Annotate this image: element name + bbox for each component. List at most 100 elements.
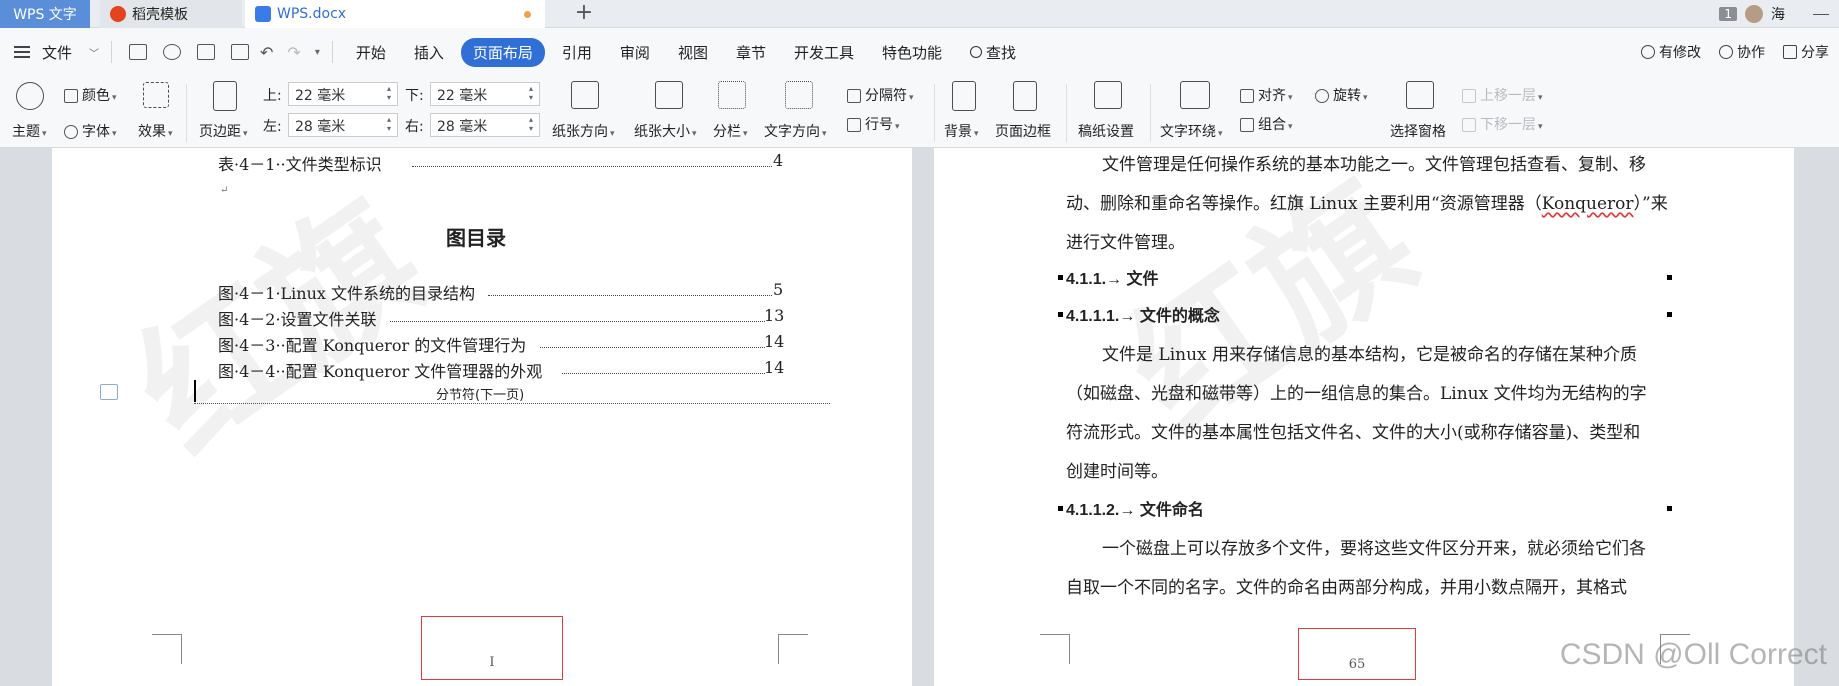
bullet-icon xyxy=(1667,312,1672,317)
tab-view[interactable]: 视图 xyxy=(667,38,719,67)
toc-figure-entry[interactable]: 图·4－3··配置 Konqueror 的文件管理行为 xyxy=(218,332,526,356)
undo-icon[interactable]: ↶ xyxy=(260,43,273,62)
theme-icon[interactable] xyxy=(16,82,44,110)
spellcheck-word[interactable]: Konqueror xyxy=(1542,194,1634,214)
align-label: 对齐 xyxy=(1258,88,1286,104)
columns-button[interactable]: 分栏 ▾ xyxy=(713,121,748,141)
page-number-footer[interactable]: 65 xyxy=(1298,628,1416,680)
body-text-line[interactable]: 自取一个不同的名字。文件的命名由两部分构成，并用小数点隔开，其格式 xyxy=(1066,573,1627,598)
redo-icon[interactable]: ↷ xyxy=(287,43,300,62)
margins-icon[interactable] xyxy=(213,81,237,111)
window-count-badge[interactable]: 1 xyxy=(1719,7,1737,21)
orientation-button[interactable]: 纸张方向 ▾ xyxy=(552,121,615,141)
section-options-icon[interactable] xyxy=(100,384,118,400)
text-direction-icon[interactable] xyxy=(785,81,813,109)
toc-figure-entry[interactable]: 图·4－4··配置 Konqueror 文件管理器的外观 xyxy=(218,358,542,382)
divider xyxy=(331,41,333,63)
background-button[interactable]: 背景 ▾ xyxy=(944,121,979,141)
new-tab-button[interactable]: + xyxy=(570,0,598,28)
tab-features[interactable]: 特色功能 xyxy=(871,38,953,67)
print-preview-icon[interactable] xyxy=(231,44,250,60)
text-wrap-button[interactable]: 文字环绕 ▾ xyxy=(1160,121,1223,141)
tab-home[interactable]: 开始 xyxy=(345,38,397,67)
share-button[interactable]: 分享 xyxy=(1783,42,1829,62)
body-text-line[interactable]: 符流形式。文件的基本属性包括文件名、文件的大小(或称存储容量)、类型和 xyxy=(1066,418,1640,443)
caret-icon: ▾ xyxy=(1363,93,1368,103)
toc-table-entry[interactable]: 表·4－1··文件类型标识 xyxy=(218,151,382,175)
top-margin-input[interactable]: 22 毫米 xyxy=(288,82,398,106)
bullet-icon xyxy=(1667,275,1672,280)
separator-button[interactable]: 分隔符 ▾ xyxy=(847,85,914,105)
orientation-icon[interactable] xyxy=(571,81,599,109)
section-break-label: 分节符(下一页) xyxy=(432,384,529,403)
page-border-button[interactable]: 页面边框 xyxy=(995,121,1051,141)
body-text-line[interactable]: 进行文件管理。 xyxy=(1066,228,1185,253)
tab-page-layout[interactable]: 页面布局 xyxy=(460,37,545,67)
text-wrap-icon[interactable] xyxy=(1180,81,1210,109)
search-button[interactable]: 查找 xyxy=(959,38,1027,67)
body-text-line[interactable]: 一个磁盘上可以存放多个文件，要将这些文件区分开来，就必须给它们各 xyxy=(1102,534,1646,559)
paper-size-icon[interactable] xyxy=(655,81,683,109)
format-painter-icon[interactable] xyxy=(163,44,182,60)
figure-toc-heading[interactable]: 图目录 xyxy=(446,222,506,251)
effect-icon[interactable] xyxy=(143,82,169,108)
document-page-left[interactable]: 红旗 表·4－1··文件类型标识 4 ↵ 图目录 图·4－1·Linux 文件系… xyxy=(52,148,912,686)
background-icon[interactable] xyxy=(952,81,976,111)
body-text-line[interactable]: 文件是 Linux 用来存储信息的基本结构，它是被命名的存储在某种介质 xyxy=(1102,340,1637,365)
send-backward-button[interactable]: 下移一层 ▾ xyxy=(1462,114,1543,134)
body-text-line[interactable]: 文件管理是任何操作系统的基本功能之一。文件管理包括查看、复制、移 xyxy=(1102,150,1646,175)
avatar[interactable] xyxy=(1745,5,1763,23)
save-icon[interactable] xyxy=(129,44,148,60)
modified-button[interactable]: 有修改 xyxy=(1641,42,1701,62)
body-text-line[interactable]: 创建时间等。 xyxy=(1066,457,1168,482)
selection-pane-button[interactable]: 选择窗格 xyxy=(1390,121,1446,141)
toc-dots xyxy=(562,373,765,374)
tab-chapter[interactable]: 章节 xyxy=(725,38,777,67)
bottom-margin-input[interactable]: 22 毫米 xyxy=(430,82,540,106)
document-page-right[interactable]: 红旗 文件管理是任何操作系统的基本功能之一。文件管理包括查看、复制、移 动、删除… xyxy=(934,148,1794,686)
align-button[interactable]: 对齐 ▾ xyxy=(1240,85,1293,105)
customize-quick-access-icon[interactable]: ▾ xyxy=(315,47,320,58)
heading-4-1-1-2[interactable]: 4.1.1.2.→ 文件命名 xyxy=(1066,496,1204,520)
bring-forward-button[interactable]: 上移一层 ▾ xyxy=(1462,85,1543,105)
text-direction-button[interactable]: 文字方向 ▾ xyxy=(764,121,827,141)
print-icon[interactable] xyxy=(197,44,216,60)
margins-button[interactable]: 页边距 ▾ xyxy=(199,121,248,141)
tab-wps-writer[interactable]: WPS 文字 xyxy=(0,0,90,28)
tab-developer[interactable]: 开发工具 xyxy=(783,38,865,67)
heading-4-1-1-1[interactable]: 4.1.1.1.→ 文件的概念 xyxy=(1066,302,1220,326)
tab-docer-template[interactable]: 稻壳模板 xyxy=(100,0,242,28)
toc-figure-entry[interactable]: 图·4－1·Linux 文件系统的目录结构 xyxy=(218,280,475,304)
group-button[interactable]: 组合 ▾ xyxy=(1240,114,1293,134)
page-border-icon[interactable] xyxy=(1013,81,1037,111)
heading-4-1-1[interactable]: 4.1.1.→ 文件 xyxy=(1066,265,1158,289)
search-icon xyxy=(970,45,982,58)
page-number-footer[interactable]: I xyxy=(421,616,563,680)
right-margin-input[interactable]: 28 毫米 xyxy=(430,113,540,137)
color-button[interactable]: 颜色 ▾ xyxy=(64,85,117,105)
chevron-down-icon[interactable]: ﹀ xyxy=(89,45,99,60)
paper-size-button[interactable]: 纸张大小 ▾ xyxy=(634,121,697,141)
user-name[interactable]: 海 xyxy=(1771,4,1785,24)
grid-paper-button[interactable]: 稿纸设置 xyxy=(1078,121,1134,141)
grid-paper-icon[interactable] xyxy=(1094,81,1122,109)
rotate-button[interactable]: 旋转 ▾ xyxy=(1315,85,1368,105)
columns-icon[interactable] xyxy=(718,81,746,109)
theme-button[interactable]: 主题 ▾ xyxy=(12,121,47,141)
collaborate-button[interactable]: 协作 xyxy=(1719,42,1765,62)
hamburger-icon[interactable] xyxy=(14,46,30,58)
tab-review[interactable]: 审阅 xyxy=(609,38,661,67)
body-text-line[interactable]: （如磁盘、光盘和磁带等）上的一组信息的集合。Linux 文件均为无结构的字 xyxy=(1066,379,1647,404)
font-button[interactable]: 字体 ▾ xyxy=(64,121,117,141)
tab-references[interactable]: 引用 xyxy=(551,38,603,67)
line-number-button[interactable]: 行号 ▾ xyxy=(847,114,900,134)
selection-pane-icon[interactable] xyxy=(1406,81,1434,109)
left-margin-input[interactable]: 28 毫米 xyxy=(288,113,398,137)
toc-figure-entry[interactable]: 图·4－2·设置文件关联 xyxy=(218,306,377,330)
file-menu[interactable]: 文件 xyxy=(36,38,83,67)
effect-button[interactable]: 效果 ▾ xyxy=(138,121,173,141)
minimize-icon[interactable] xyxy=(1813,13,1829,15)
tab-insert[interactable]: 插入 xyxy=(403,38,455,67)
body-text-line[interactable]: 动、删除和重命名等操作。红旗 Linux 主要利用“资源管理器（Konquero… xyxy=(1066,189,1668,214)
tab-document[interactable]: WPS.docx xyxy=(245,0,545,28)
